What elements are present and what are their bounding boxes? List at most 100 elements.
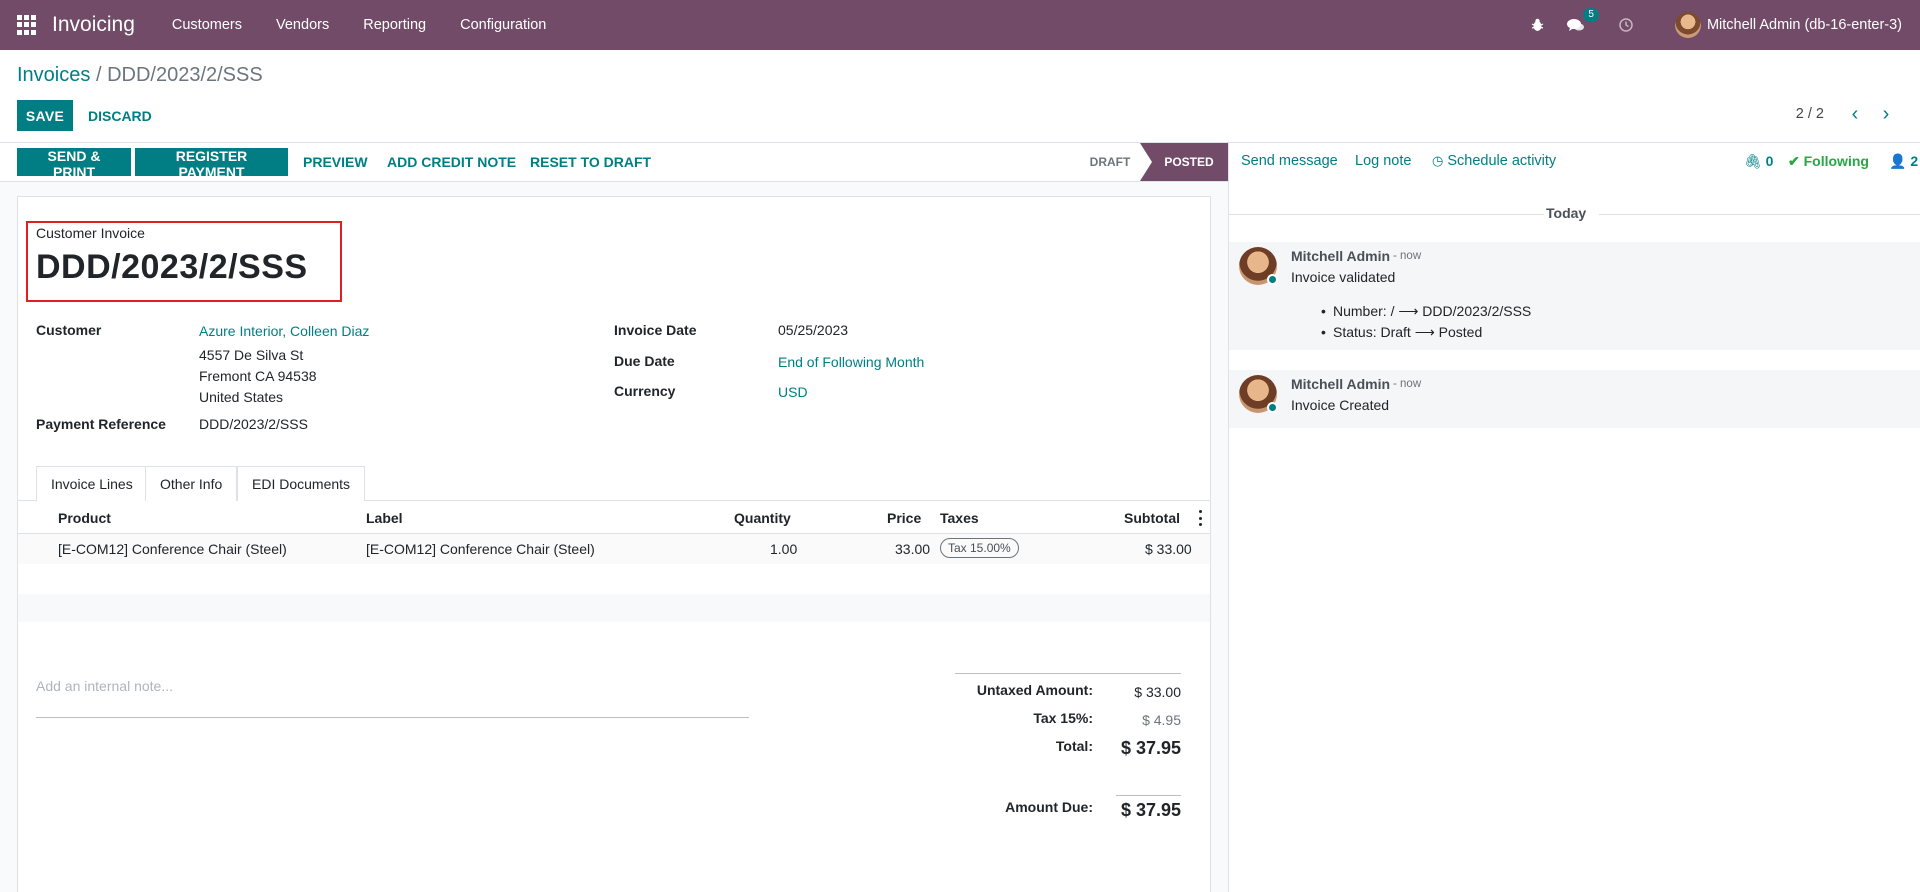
- add-credit-note-button[interactable]: ADD CREDIT NOTE: [375, 148, 528, 176]
- schedule-activity-label: Schedule activity: [1447, 153, 1557, 169]
- online-status-icon: [1267, 274, 1278, 285]
- chatter-message: Mitchell Admin - now Invoice validated N…: [1229, 242, 1920, 350]
- followers-button[interactable]: 👤 2: [1889, 153, 1918, 170]
- lines-table-header: Product Label Quantity Price Taxes Subto…: [18, 502, 1210, 534]
- customer-label: Customer: [36, 322, 102, 338]
- row-label: [E-COM12] Conference Chair (Steel): [366, 541, 595, 557]
- date-divider-left: [1229, 214, 1544, 215]
- menu-reporting[interactable]: Reporting: [363, 17, 426, 33]
- untaxed-label: Untaxed Amount:: [976, 682, 1093, 698]
- row-price: 33.00: [895, 541, 931, 557]
- amount-due-label: Amount Due:: [1005, 799, 1093, 815]
- customer-link[interactable]: Azure Interior, Colleen Diaz: [199, 323, 369, 339]
- tab-edi-documents[interactable]: EDI Documents: [237, 466, 366, 501]
- optional-columns-icon[interactable]: [1198, 510, 1202, 526]
- tracking-change: Number: / ⟶ DDD/2023/2/SSS: [1321, 303, 1531, 320]
- breadcrumb-separator: /: [95, 64, 102, 86]
- register-payment-button[interactable]: REGISTER PAYMENT: [135, 148, 288, 180]
- address-line-2: Fremont CA 94538: [199, 368, 317, 384]
- invoice-date-value[interactable]: 05/25/2023: [778, 322, 848, 338]
- notebook-tabs: Invoice Lines Other Info EDI Documents: [18, 466, 1210, 502]
- app-brand[interactable]: Invoicing: [52, 13, 135, 37]
- row-quantity: 1.00: [770, 541, 798, 557]
- invoice-type-label: Customer Invoice: [36, 225, 145, 241]
- tab-other-info[interactable]: Other Info: [145, 466, 238, 501]
- currency-label: Currency: [614, 383, 676, 399]
- discard-button[interactable]: DISCARD: [88, 100, 152, 131]
- menu-configuration[interactable]: Configuration: [460, 17, 546, 33]
- apps-menu-icon[interactable]: [17, 15, 37, 35]
- user-avatar[interactable]: [1674, 12, 1701, 38]
- column-subtotal[interactable]: Subtotal: [1124, 510, 1180, 526]
- clock-icon: ◷: [1432, 153, 1444, 168]
- invoice-number: DDD/2023/2/SSS: [36, 248, 308, 286]
- tax-badge: Tax 15.00%: [940, 538, 1019, 558]
- log-note-button[interactable]: Log note: [1355, 153, 1411, 169]
- message-time: - now: [1393, 378, 1422, 390]
- chat-icon[interactable]: 5: [1567, 8, 1599, 34]
- message-body: Invoice validated: [1291, 269, 1396, 285]
- date-separator: Today: [1546, 205, 1587, 221]
- date-divider-right: [1599, 214, 1920, 215]
- chatter-message: Mitchell Admin - now Invoice Created: [1229, 370, 1920, 428]
- bug-icon[interactable]: [1529, 16, 1547, 34]
- check-icon: ✔: [1788, 153, 1800, 169]
- menu-customers[interactable]: Customers: [172, 17, 242, 33]
- column-quantity[interactable]: Quantity: [734, 510, 791, 526]
- message-body: Invoice Created: [1291, 397, 1390, 413]
- stage-posted[interactable]: POSTED: [1140, 143, 1228, 181]
- message-time: - now: [1393, 250, 1422, 262]
- top-navbar: Invoicing Customers Vendors Reporting Co…: [0, 0, 1920, 50]
- tab-invoice-lines[interactable]: Invoice Lines: [36, 466, 148, 502]
- total-value: $ 37.95: [1120, 738, 1181, 758]
- messages-badge: 5: [1583, 8, 1599, 22]
- attachments-button[interactable]: 🖇 0: [1744, 153, 1773, 170]
- following-button[interactable]: ✔ Following: [1788, 153, 1869, 170]
- send-message-button[interactable]: Send message: [1241, 153, 1338, 169]
- amount-due-value: $ 37.95: [1120, 800, 1181, 820]
- table-row[interactable]: [E-COM12] Conference Chair (Steel) [E-CO…: [18, 534, 1210, 564]
- currency-value[interactable]: USD: [778, 384, 808, 400]
- column-product[interactable]: Product: [58, 510, 111, 526]
- totals-divider: [955, 673, 1181, 674]
- send-print-button[interactable]: SEND & PRINT: [17, 148, 131, 180]
- column-taxes[interactable]: Taxes: [940, 510, 979, 526]
- row-product: [E-COM12] Conference Chair (Steel): [58, 541, 287, 557]
- menu-vendors[interactable]: Vendors: [276, 17, 329, 33]
- breadcrumb: Invoices / DDD/2023/2/SSS: [17, 64, 263, 87]
- chatter-panel: Send message Log note ◷ Schedule activit…: [1228, 143, 1920, 892]
- breadcrumb-invoices[interactable]: Invoices: [17, 64, 90, 86]
- untaxed-value: $ 33.00: [1134, 684, 1181, 700]
- pager-previous-icon[interactable]: ‹: [1845, 104, 1865, 126]
- payment-reference-label: Payment Reference: [36, 416, 166, 432]
- column-label[interactable]: Label: [366, 510, 403, 526]
- tracking-change: Status: Draft ⟶ Posted: [1321, 324, 1482, 341]
- stage-draft[interactable]: DRAFT: [1080, 143, 1140, 181]
- tax-value: $ 4.95: [1142, 712, 1181, 728]
- reset-to-draft-button[interactable]: RESET TO DRAFT: [518, 148, 663, 176]
- internal-note: [36, 678, 749, 718]
- address-line-1: 4557 De Silva St: [199, 347, 304, 363]
- row-subtotal: $ 33.00: [1145, 541, 1192, 557]
- online-status-icon: [1267, 402, 1278, 413]
- pager-value[interactable]: 2 / 2: [1796, 106, 1824, 122]
- invoice-date-label: Invoice Date: [614, 322, 697, 338]
- internal-note-input[interactable]: [36, 678, 749, 694]
- user-menu[interactable]: Mitchell Admin (db-16-enter-3): [1707, 17, 1902, 33]
- save-button[interactable]: SAVE: [17, 100, 73, 131]
- due-date-value[interactable]: End of Following Month: [778, 354, 924, 370]
- person-icon: 👤: [1889, 153, 1907, 169]
- followers-count: 2: [1910, 153, 1919, 169]
- breadcrumb-current: DDD/2023/2/SSS: [107, 64, 263, 86]
- message-author[interactable]: Mitchell Admin: [1291, 248, 1390, 264]
- column-price[interactable]: Price: [887, 510, 921, 526]
- following-label: Following: [1803, 153, 1869, 169]
- pager-next-icon[interactable]: ›: [1876, 104, 1896, 126]
- preview-button[interactable]: PREVIEW: [291, 148, 380, 176]
- schedule-activity-button[interactable]: ◷ Schedule activity: [1432, 153, 1556, 169]
- total-label: Total:: [1055, 738, 1093, 754]
- empty-row: [18, 594, 1210, 622]
- message-author[interactable]: Mitchell Admin: [1291, 376, 1390, 392]
- clock-icon[interactable]: [1617, 16, 1635, 34]
- payment-reference-value[interactable]: DDD/2023/2/SSS: [199, 416, 308, 432]
